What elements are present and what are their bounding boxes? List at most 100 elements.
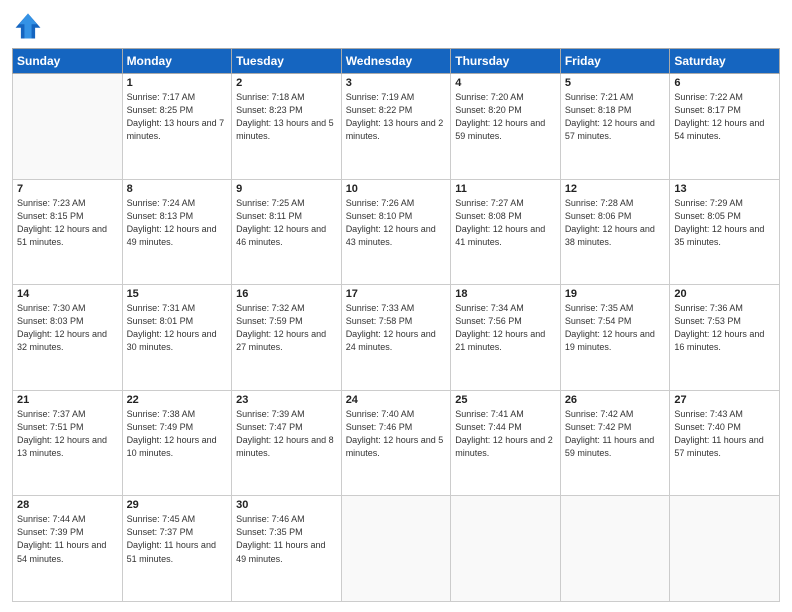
day-info: Sunrise: 7:41 AMSunset: 7:44 PMDaylight:… — [455, 408, 556, 460]
day-number: 24 — [346, 394, 447, 406]
day-number: 13 — [674, 183, 775, 195]
day-info: Sunrise: 7:38 AMSunset: 7:49 PMDaylight:… — [127, 408, 228, 460]
day-number: 11 — [455, 183, 556, 195]
calendar-cell: 20 Sunrise: 7:36 AMSunset: 7:53 PMDayligh… — [670, 285, 780, 391]
day-number: 15 — [127, 288, 228, 300]
day-number: 29 — [127, 499, 228, 511]
day-number: 28 — [17, 499, 118, 511]
calendar-cell: 18 Sunrise: 7:34 AMSunset: 7:56 PMDayligh… — [451, 285, 561, 391]
day-number: 18 — [455, 288, 556, 300]
calendar-cell: 26Sunrise: 7:42 AMSunset: 7:42 PMDayligh… — [560, 390, 670, 496]
calendar-week-row: 7 Sunrise: 7:23 AMSunset: 8:15 PMDaylight… — [13, 179, 780, 285]
column-header-wednesday: Wednesday — [341, 49, 451, 74]
calendar-cell: 2 Sunrise: 7:18 AMSunset: 8:23 PMDaylight… — [232, 74, 342, 180]
day-info: Sunrise: 7:33 AMSunset: 7:58 PMDaylight:… — [346, 302, 447, 354]
day-info: Sunrise: 7:17 AMSunset: 8:25 PMDaylight:… — [127, 91, 228, 143]
column-header-monday: Monday — [122, 49, 232, 74]
calendar-week-row: 21 Sunrise: 7:37 AMSunset: 7:51 PMDayligh… — [13, 390, 780, 496]
calendar-week-row: 14 Sunrise: 7:30 AMSunset: 8:03 PMDayligh… — [13, 285, 780, 391]
calendar-cell: 7 Sunrise: 7:23 AMSunset: 8:15 PMDaylight… — [13, 179, 123, 285]
calendar-cell: 5 Sunrise: 7:21 AMSunset: 8:18 PMDaylight… — [560, 74, 670, 180]
day-info: Sunrise: 7:36 AMSunset: 7:53 PMDaylight:… — [674, 302, 775, 354]
day-info: Sunrise: 7:21 AMSunset: 8:18 PMDaylight:… — [565, 91, 666, 143]
calendar-cell: 10Sunrise: 7:26 AMSunset: 8:10 PMDayligh… — [341, 179, 451, 285]
day-number: 21 — [17, 394, 118, 406]
calendar-cell: 6 Sunrise: 7:22 AMSunset: 8:17 PMDaylight… — [670, 74, 780, 180]
day-info: Sunrise: 7:23 AMSunset: 8:15 PMDaylight:… — [17, 197, 118, 249]
day-info: Sunrise: 7:34 AMSunset: 7:56 PMDaylight:… — [455, 302, 556, 354]
day-number: 4 — [455, 77, 556, 89]
calendar-week-row: 28 Sunrise: 7:44 AMSunset: 7:39 PMDayligh… — [13, 496, 780, 602]
calendar-cell — [13, 74, 123, 180]
calendar-cell: 12 Sunrise: 7:28 AMSunset: 8:06 PMDayligh… — [560, 179, 670, 285]
day-info: Sunrise: 7:46 AMSunset: 7:35 PMDaylight:… — [236, 513, 337, 565]
calendar-cell — [560, 496, 670, 602]
column-header-tuesday: Tuesday — [232, 49, 342, 74]
day-info: Sunrise: 7:43 AMSunset: 7:40 PMDaylight:… — [674, 408, 775, 460]
day-info: Sunrise: 7:39 AMSunset: 7:47 PMDaylight:… — [236, 408, 337, 460]
day-info: Sunrise: 7:32 AMSunset: 7:59 PMDaylight:… — [236, 302, 337, 354]
calendar-cell: 22 Sunrise: 7:38 AMSunset: 7:49 PMDayligh… — [122, 390, 232, 496]
day-number: 22 — [127, 394, 228, 406]
day-number: 7 — [17, 183, 118, 195]
calendar-cell: 27 Sunrise: 7:43 AMSunset: 7:40 PMDayligh… — [670, 390, 780, 496]
day-number: 16 — [236, 288, 337, 300]
day-number: 19 — [565, 288, 666, 300]
logo — [12, 10, 48, 42]
day-info: Sunrise: 7:27 AMSunset: 8:08 PMDaylight:… — [455, 197, 556, 249]
day-info: Sunrise: 7:20 AMSunset: 8:20 PMDaylight:… — [455, 91, 556, 143]
day-info: Sunrise: 7:31 AMSunset: 8:01 PMDaylight:… — [127, 302, 228, 354]
day-number: 2 — [236, 77, 337, 89]
calendar-cell: 16 Sunrise: 7:32 AMSunset: 7:59 PMDayligh… — [232, 285, 342, 391]
day-number: 23 — [236, 394, 337, 406]
day-info: Sunrise: 7:45 AMSunset: 7:37 PMDaylight:… — [127, 513, 228, 565]
day-number: 3 — [346, 77, 447, 89]
calendar-cell: 15 Sunrise: 7:31 AMSunset: 8:01 PMDayligh… — [122, 285, 232, 391]
logo-icon — [12, 10, 44, 42]
calendar-table: SundayMondayTuesdayWednesdayThursdayFrid… — [12, 48, 780, 602]
day-info: Sunrise: 7:24 AMSunset: 8:13 PMDaylight:… — [127, 197, 228, 249]
day-info: Sunrise: 7:42 AMSunset: 7:42 PMDaylight:… — [565, 408, 666, 460]
calendar-cell: 21 Sunrise: 7:37 AMSunset: 7:51 PMDayligh… — [13, 390, 123, 496]
calendar-cell: 24 Sunrise: 7:40 AMSunset: 7:46 PMDayligh… — [341, 390, 451, 496]
day-info: Sunrise: 7:18 AMSunset: 8:23 PMDaylight:… — [236, 91, 337, 143]
day-number: 20 — [674, 288, 775, 300]
day-info: Sunrise: 7:40 AMSunset: 7:46 PMDaylight:… — [346, 408, 447, 460]
day-number: 30 — [236, 499, 337, 511]
calendar-cell: 4 Sunrise: 7:20 AMSunset: 8:20 PMDaylight… — [451, 74, 561, 180]
day-info: Sunrise: 7:30 AMSunset: 8:03 PMDaylight:… — [17, 302, 118, 354]
calendar-cell: 28 Sunrise: 7:44 AMSunset: 7:39 PMDayligh… — [13, 496, 123, 602]
day-info: Sunrise: 7:28 AMSunset: 8:06 PMDaylight:… — [565, 197, 666, 249]
calendar-cell: 19 Sunrise: 7:35 AMSunset: 7:54 PMDayligh… — [560, 285, 670, 391]
calendar-cell: 8 Sunrise: 7:24 AMSunset: 8:13 PMDaylight… — [122, 179, 232, 285]
day-number: 8 — [127, 183, 228, 195]
day-info: Sunrise: 7:22 AMSunset: 8:17 PMDaylight:… — [674, 91, 775, 143]
calendar-cell: 17 Sunrise: 7:33 AMSunset: 7:58 PMDayligh… — [341, 285, 451, 391]
day-number: 27 — [674, 394, 775, 406]
calendar-cell: 1Sunrise: 7:17 AMSunset: 8:25 PMDaylight… — [122, 74, 232, 180]
calendar-cell: 23 Sunrise: 7:39 AMSunset: 7:47 PMDayligh… — [232, 390, 342, 496]
day-number: 5 — [565, 77, 666, 89]
calendar-cell: 13Sunrise: 7:29 AMSunset: 8:05 PMDayligh… — [670, 179, 780, 285]
day-number: 9 — [236, 183, 337, 195]
calendar-cell: 11 Sunrise: 7:27 AMSunset: 8:08 PMDayligh… — [451, 179, 561, 285]
day-info: Sunrise: 7:25 AMSunset: 8:11 PMDaylight:… — [236, 197, 337, 249]
calendar-cell: 14 Sunrise: 7:30 AMSunset: 8:03 PMDayligh… — [13, 285, 123, 391]
day-info: Sunrise: 7:37 AMSunset: 7:51 PMDaylight:… — [17, 408, 118, 460]
day-number: 14 — [17, 288, 118, 300]
calendar-cell: 9 Sunrise: 7:25 AMSunset: 8:11 PMDaylight… — [232, 179, 342, 285]
day-number: 12 — [565, 183, 666, 195]
day-info: Sunrise: 7:35 AMSunset: 7:54 PMDaylight:… — [565, 302, 666, 354]
day-number: 25 — [455, 394, 556, 406]
column-header-friday: Friday — [560, 49, 670, 74]
day-number: 6 — [674, 77, 775, 89]
day-number: 17 — [346, 288, 447, 300]
day-info: Sunrise: 7:44 AMSunset: 7:39 PMDaylight:… — [17, 513, 118, 565]
calendar-cell — [670, 496, 780, 602]
column-header-sunday: Sunday — [13, 49, 123, 74]
calendar-cell: 29 Sunrise: 7:45 AMSunset: 7:37 PMDayligh… — [122, 496, 232, 602]
calendar-header-row: SundayMondayTuesdayWednesdayThursdayFrid… — [13, 49, 780, 74]
day-number: 10 — [346, 183, 447, 195]
page-header — [12, 10, 780, 42]
column-header-saturday: Saturday — [670, 49, 780, 74]
